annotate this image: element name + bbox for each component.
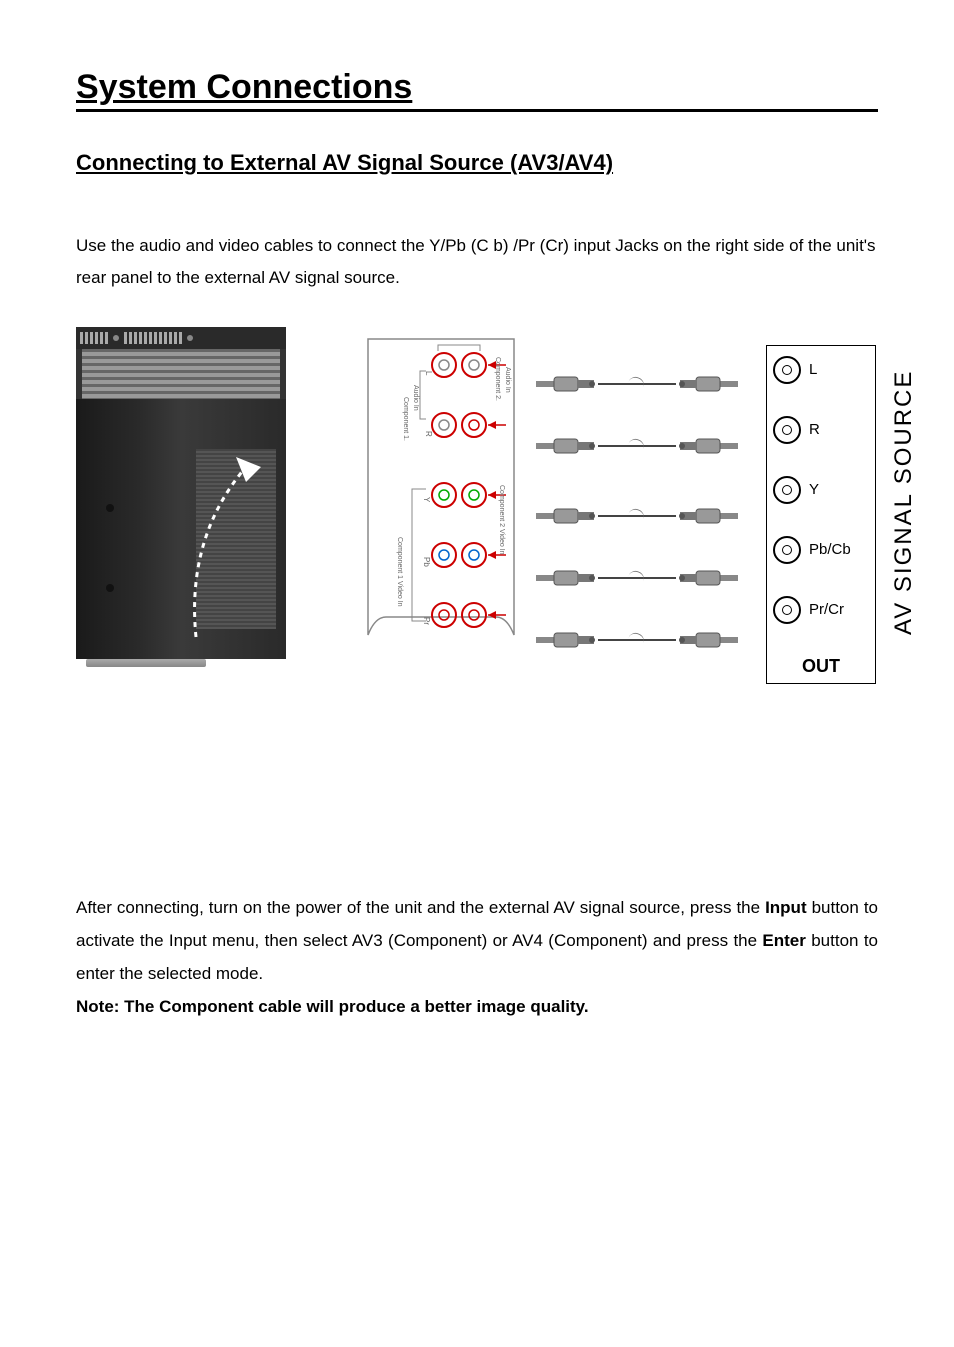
svg-text:R: R bbox=[424, 431, 433, 437]
page-title: System Connections bbox=[76, 68, 878, 112]
out-label-r: R bbox=[809, 421, 820, 438]
out-jack-pr: Pr/Cr bbox=[773, 596, 869, 624]
out-label-pb: Pb/Cb bbox=[809, 541, 851, 558]
note-line: Note: The Component cable will produce a… bbox=[76, 990, 878, 1023]
out-label-y: Y bbox=[809, 481, 819, 498]
out-label-l: L bbox=[809, 361, 817, 378]
svg-text:Audio In: Audio In bbox=[504, 367, 511, 393]
section-subtitle: Connecting to External AV Signal Source … bbox=[76, 150, 878, 176]
tv-unit-illustration bbox=[76, 327, 286, 697]
svg-text:Component 1 Video In: Component 1 Video In bbox=[396, 537, 403, 607]
instructions-block: After connecting, turn on the power of t… bbox=[76, 891, 878, 1024]
out-label-pr: Pr/Cr bbox=[809, 601, 844, 618]
out-jack-y: Y bbox=[773, 476, 869, 504]
out-title: OUT bbox=[773, 656, 869, 677]
out-jack-l: L bbox=[773, 356, 869, 384]
svg-text:Audio In: Audio In bbox=[412, 385, 419, 411]
enter-bold: Enter bbox=[762, 931, 805, 950]
av-signal-source-label: AV SIGNAL SOURCE bbox=[890, 367, 918, 637]
svg-text:Component 1.: Component 1. bbox=[402, 397, 409, 441]
cable-illustration bbox=[536, 353, 738, 671]
intro-paragraph: Use the audio and video cables to connec… bbox=[76, 230, 878, 295]
svg-text:Component 2.: Component 2. bbox=[494, 357, 501, 401]
after-text-1: After connecting, turn on the power of t… bbox=[76, 898, 765, 917]
connection-diagram: Component 1. Audio In L R Component 2. A… bbox=[76, 327, 878, 717]
svg-text:Pb: Pb bbox=[422, 557, 431, 567]
jack-panel: Component 1. Audio In L R Component 2. A… bbox=[366, 337, 516, 637]
svg-text:L: L bbox=[424, 371, 433, 376]
svg-text:Pr: Pr bbox=[422, 617, 431, 625]
input-bold: Input bbox=[765, 898, 807, 917]
out-jack-pb: Pb/Cb bbox=[773, 536, 869, 564]
svg-text:Y: Y bbox=[422, 497, 431, 503]
svg-text:Component 2 Video In: Component 2 Video In bbox=[498, 485, 505, 555]
av-source-out-box: L R Y Pb/Cb Pr/Cr OUT bbox=[766, 345, 876, 684]
out-jack-r: R bbox=[773, 416, 869, 444]
after-connect-paragraph: After connecting, turn on the power of t… bbox=[76, 891, 878, 990]
